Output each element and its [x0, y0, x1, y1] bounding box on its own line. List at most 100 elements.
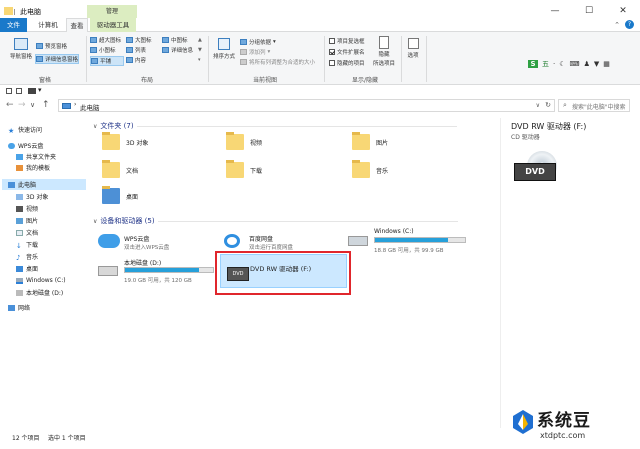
- layout-scroll-icon[interactable]: ▲ ▼ ▾: [198, 35, 202, 65]
- drive-name: 百度网盘: [249, 236, 274, 243]
- folders-group-header[interactable]: ∨ 文件夹 (7): [93, 121, 457, 131]
- sidebar-item-this-pc[interactable]: 此电脑: [2, 179, 86, 190]
- view-icon[interactable]: [28, 88, 36, 94]
- group-show-hide-label: 显示/隐藏: [351, 77, 379, 84]
- l-icons-icon: [126, 37, 133, 43]
- file-ext-toggle[interactable]: 文件扩展名: [329, 48, 365, 56]
- drive-c-tile[interactable]: Windows (C:) 18.8 GB 可用，共 99.9 GB: [348, 228, 478, 256]
- s-icons-option[interactable]: 小图标: [90, 46, 116, 54]
- sidebar-item-desktop[interactable]: 桌面: [16, 263, 38, 274]
- download-icon: ↓: [16, 241, 22, 250]
- folders-header-label: 文件夹 (7): [100, 122, 134, 130]
- nav-pane-button[interactable]: 导航窗格: [8, 38, 34, 60]
- search-input[interactable]: ⌕ 搜索"此电脑"中搜索: [558, 99, 630, 112]
- tiles-label: 平铺: [100, 59, 112, 65]
- breadcrumb[interactable]: 此电脑: [80, 102, 100, 112]
- folder-downloads-icon: [226, 160, 244, 178]
- sidebar-item-quick-access[interactable]: ★ 快速访问: [8, 124, 42, 135]
- hide-selected-button[interactable]: 隐藏 所选项目: [372, 36, 396, 67]
- folder-tile[interactable]: 下载: [226, 160, 262, 178]
- forward-icon[interactable]: →: [18, 100, 26, 110]
- sidebar-item-videos[interactable]: 视频: [16, 203, 38, 214]
- folder-tile[interactable]: 桌面: [102, 186, 138, 204]
- details-option[interactable]: 详细信息: [162, 46, 193, 54]
- tab-drive-tools[interactable]: 驱动器工具: [90, 18, 136, 32]
- refresh-icon[interactable]: ↻: [545, 101, 551, 109]
- m-icons-option[interactable]: 中图标: [162, 36, 188, 44]
- details-pane: DVD RW 驱动器 (F:) CD 驱动器 DVD: [500, 118, 640, 428]
- devices-group-header[interactable]: ∨ 设备和驱动器 (5): [93, 216, 458, 226]
- sort-by-button[interactable]: 排序方式: [212, 38, 236, 60]
- desktop-icon: [16, 265, 23, 272]
- options-button[interactable]: 选项: [404, 38, 422, 59]
- sidebar-item-documents[interactable]: 文档: [16, 227, 38, 238]
- group-by-button[interactable]: 分组依据 ▾: [240, 38, 276, 46]
- sidebar-item-network[interactable]: 网络: [8, 302, 30, 313]
- sidebar-item-label: 下载: [26, 242, 39, 249]
- details-icon: [162, 47, 169, 53]
- checkbox[interactable]: [329, 38, 335, 44]
- folder-tile[interactable]: 文档: [102, 160, 138, 178]
- folder-tile[interactable]: 音乐: [352, 160, 388, 178]
- sidebar-item-c-drive[interactable]: Windows (C:): [16, 275, 66, 286]
- recent-chevron-icon[interactable]: ∨: [30, 101, 35, 109]
- highlight-box: [215, 251, 351, 295]
- l-icons-option[interactable]: 大图标: [126, 36, 152, 44]
- checkbox-icon[interactable]: [16, 88, 22, 94]
- list-label: 列表: [135, 48, 147, 54]
- sidebar-item-pictures[interactable]: 图片: [16, 215, 38, 226]
- drive-d-tile[interactable]: 本地磁盘 (D:) 19.0 GB 可用，共 120 GB: [98, 258, 228, 286]
- size-columns-button[interactable]: 将所有列调整为合适的大小: [240, 58, 315, 66]
- sidebar-item-d-drive[interactable]: 本地磁盘 (D:): [16, 287, 63, 298]
- cloud-icon: [8, 142, 15, 149]
- checkbox[interactable]: [329, 49, 335, 55]
- list-option[interactable]: 列表: [126, 46, 146, 54]
- breadcrumb-separator: ›: [74, 101, 77, 108]
- sidebar-item-label: Windows (C:): [26, 277, 66, 284]
- window-title: 此电脑: [20, 8, 41, 16]
- search-placeholder: 搜索"此电脑"中搜索: [572, 104, 626, 111]
- sidebar-item-downloads[interactable]: ↓ 下载: [16, 239, 38, 250]
- item-checkboxes-toggle[interactable]: 项目复选框: [329, 37, 365, 45]
- up-icon[interactable]: ↑: [42, 100, 50, 110]
- content-label: 内容: [135, 58, 147, 64]
- hidden-items-toggle[interactable]: 隐藏的项目: [329, 59, 365, 67]
- collapse-ribbon-icon[interactable]: ⌃: [614, 21, 620, 29]
- sidebar-item-label: WPS云盘: [18, 143, 44, 150]
- wps-cloud-tile[interactable]: WPS云盘 双击进入WPS云盘: [98, 232, 218, 254]
- l-icons-label: 大图标: [135, 38, 152, 44]
- sidebar-item-label: 此电脑: [18, 182, 37, 189]
- folder-tile[interactable]: 3D 对象: [102, 132, 148, 150]
- chevron-down-icon[interactable]: ▾: [38, 86, 42, 94]
- properties-icon[interactable]: [6, 88, 12, 94]
- chevron-down-icon[interactable]: ∨: [536, 102, 540, 109]
- back-icon[interactable]: ←: [6, 100, 14, 110]
- sidebar-item-music[interactable]: ♪ 音乐: [16, 251, 38, 262]
- sidebar-item-templates[interactable]: 我的模板: [16, 162, 50, 173]
- folder-name: 视频: [250, 139, 263, 147]
- sidebar-item-3d[interactable]: 3D 对象: [16, 191, 48, 202]
- s-icons-icon: [90, 47, 97, 53]
- folder-tile[interactable]: 图片: [352, 132, 388, 150]
- address-bar[interactable]: › 此电脑 ∨ ↻: [58, 99, 555, 112]
- preview-pane-button[interactable]: 预览窗格: [36, 42, 67, 50]
- navigation-pane: ★ 快速访问 WPS云盘 共享文件夹 我的模板 此电脑 3D 对象 视频 图片 文…: [0, 118, 90, 428]
- sidebar-item-wps-cloud[interactable]: WPS云盘: [8, 140, 43, 151]
- checkbox[interactable]: [329, 60, 335, 66]
- content-option[interactable]: 内容: [126, 56, 146, 64]
- folder-tile[interactable]: 视频: [226, 132, 263, 150]
- folder-3d-icon: [102, 132, 120, 150]
- tab-computer[interactable]: 计算机: [33, 18, 63, 32]
- details-pane-button[interactable]: 详细信息窗格: [35, 54, 80, 64]
- nav-pane-icon: [14, 38, 28, 50]
- xl-icons-option[interactable]: 超大图标: [90, 36, 121, 44]
- sidebar-item-shared[interactable]: 共享文件夹: [16, 151, 56, 162]
- tab-file[interactable]: 文件: [0, 18, 27, 32]
- tiles-option[interactable]: 平铺: [90, 56, 124, 66]
- item-count: 12 个项目: [12, 435, 40, 442]
- tab-manage[interactable]: 管理: [87, 5, 137, 18]
- help-icon[interactable]: ?: [625, 20, 634, 29]
- tab-view[interactable]: 查看: [66, 18, 88, 33]
- ime-toolbar[interactable]: S 五 · ☾ ⌨ ♟ ▼ ▦: [528, 58, 612, 70]
- add-columns-button[interactable]: 添加列 ▾: [240, 48, 270, 56]
